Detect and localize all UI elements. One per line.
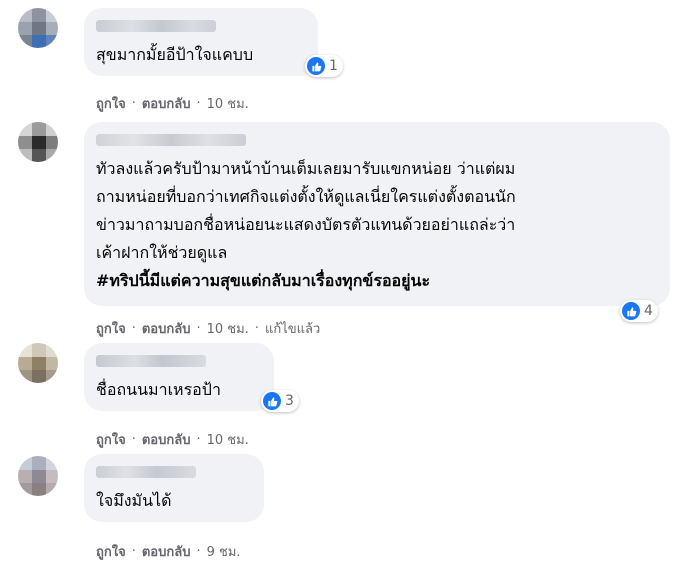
comment-bubble: ใจมึงมันได้ xyxy=(84,454,264,522)
comment-text-line: ข่าวมาถามบอกชื่อหน่อยนะแสดงบัตรตัวแทนด้ว… xyxy=(96,215,516,234)
like-icon xyxy=(263,392,281,410)
comment-text: ชื่อถนนมาเหรอป้า xyxy=(96,380,221,399)
reaction-count: 3 xyxy=(285,393,294,409)
timestamp[interactable]: 9 ชม. xyxy=(207,541,241,562)
like-icon xyxy=(307,57,325,75)
comment-text-line: ทัวลงแล้วครับป้ามาหน้าบ้านเต็มเลยมารับแข… xyxy=(96,159,516,178)
comment-bubble: ทัวลงแล้วครับป้ามาหน้าบ้านเต็มเลยมารับแข… xyxy=(84,122,670,306)
comment-text: สุขมากมั้ยอีป้าใจแคบบ xyxy=(96,45,254,64)
comment-actions: ถูกใจ · ตอบกลับ · 10 ชม. xyxy=(96,93,249,114)
separator: · xyxy=(196,321,201,336)
separator: · xyxy=(254,321,259,336)
reply-button[interactable]: ตอบกลับ xyxy=(142,429,191,450)
like-button[interactable]: ถูกใจ xyxy=(96,93,126,114)
hashtag-link[interactable]: #ทริปนี้มีแต่ความสุขแต่กลับมาเรื่องทุกข์… xyxy=(96,268,430,294)
comment-actions: ถูกใจ · ตอบกลับ · 9 ชม. xyxy=(96,541,241,562)
reaction-count: 4 xyxy=(644,303,653,319)
comment-text-line: ถามหน่อยที่บอกว่าเทศกิจแต่งตั้งให้ดูแลเน… xyxy=(96,187,516,206)
separator: · xyxy=(131,321,136,336)
author-name-blurred[interactable] xyxy=(96,20,216,32)
like-button[interactable]: ถูกใจ xyxy=(96,318,126,339)
timestamp[interactable]: 10 ชม. xyxy=(207,318,249,339)
reaction-badge[interactable]: 3 xyxy=(261,390,299,412)
like-icon xyxy=(622,302,640,320)
separator: · xyxy=(196,96,201,111)
comment-bubble: สุขมากมั้ยอีป้าใจแคบบ xyxy=(84,8,318,76)
reply-button[interactable]: ตอบกลับ xyxy=(142,318,191,339)
author-name-blurred[interactable] xyxy=(96,134,246,146)
like-button[interactable]: ถูกใจ xyxy=(96,541,126,562)
author-name-blurred[interactable] xyxy=(96,466,196,478)
comment-actions: ถูกใจ · ตอบกลับ · 10 ชม. · แก้ไขแล้ว xyxy=(96,318,320,339)
separator: · xyxy=(196,544,201,559)
separator: · xyxy=(131,96,136,111)
separator: · xyxy=(131,432,136,447)
avatar[interactable] xyxy=(18,456,58,496)
reaction-count: 1 xyxy=(329,58,338,74)
separator: · xyxy=(196,432,201,447)
reaction-badge[interactable]: 1 xyxy=(305,55,343,77)
comment-text: ใจมึงมันได้ xyxy=(96,491,172,510)
comment-bubble: ชื่อถนนมาเหรอป้า xyxy=(84,343,274,411)
author-name-blurred[interactable] xyxy=(96,355,206,367)
reaction-badge[interactable]: 4 xyxy=(620,300,658,322)
avatar[interactable] xyxy=(18,8,58,48)
avatar[interactable] xyxy=(18,122,58,162)
edited-label[interactable]: แก้ไขแล้ว xyxy=(265,318,320,339)
reply-button[interactable]: ตอบกลับ xyxy=(142,541,191,562)
avatar[interactable] xyxy=(18,343,58,383)
separator: · xyxy=(131,544,136,559)
like-button[interactable]: ถูกใจ xyxy=(96,429,126,450)
timestamp[interactable]: 10 ชม. xyxy=(207,429,249,450)
comment-actions: ถูกใจ · ตอบกลับ · 10 ชม. xyxy=(96,429,249,450)
comment-text-line: เค้าฝากให้ช่วยดูแล xyxy=(96,243,228,262)
reply-button[interactable]: ตอบกลับ xyxy=(142,93,191,114)
timestamp[interactable]: 10 ชม. xyxy=(207,93,249,114)
